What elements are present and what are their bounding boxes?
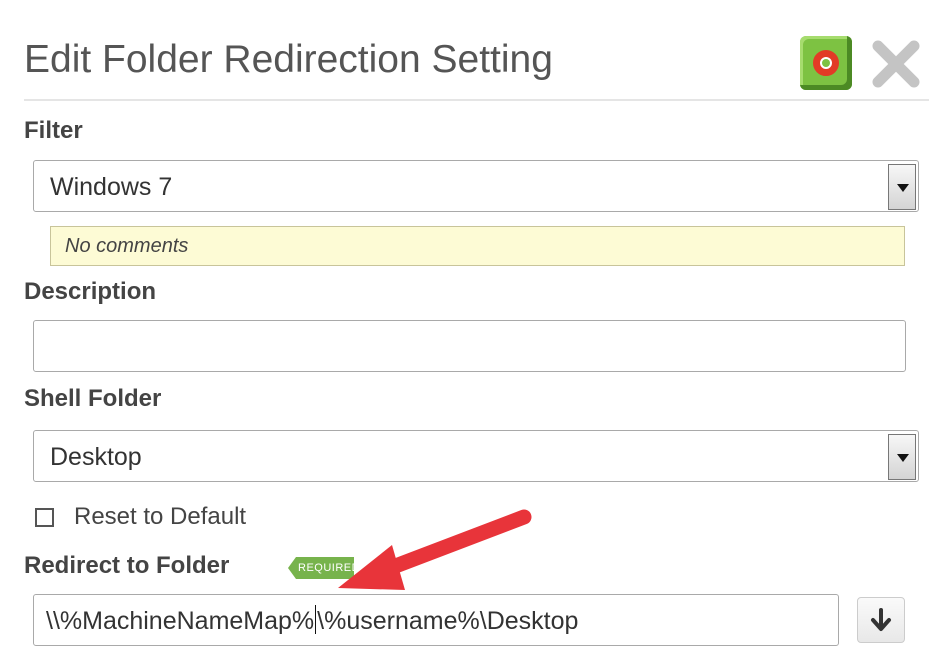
filter-select[interactable]: Windows 7 [33,160,919,212]
dropdown-arrow-icon[interactable] [888,164,916,210]
dialog-title: Edit Folder Redirection Setting [24,38,553,81]
redirect-value-before-caret: \\%MachineNameMap% [46,607,315,635]
reset-checkbox-label[interactable]: Reset to Default [74,503,246,531]
shell-folder-label: Shell Folder [24,385,162,412]
help-button[interactable] [800,36,852,90]
arrow-down-icon [871,608,891,631]
shell-folder-select[interactable]: Desktop [33,430,919,482]
required-badge: REQUIRED [288,557,354,579]
redirect-label: Redirect to Folder [24,552,230,579]
reset-checkbox[interactable] [35,508,54,527]
shell-folder-select-value: Desktop [50,443,142,471]
filter-label: Filter [24,117,83,144]
lifebuoy-help-icon [813,50,839,76]
redirect-value-after-caret: \%username%\Desktop [317,607,579,635]
redirect-folder-input[interactable]: \\%MachineNameMap% \%username%\Desktop [33,594,839,646]
close-button[interactable] [870,38,922,90]
description-label: Description [24,278,157,305]
dropdown-arrow-icon[interactable] [888,434,916,480]
filter-comments: No comments [50,226,905,266]
title-divider [24,99,929,101]
browse-button[interactable] [857,597,905,643]
filter-select-value: Windows 7 [50,173,173,201]
close-x-icon [872,40,920,88]
description-input[interactable] [33,320,906,372]
